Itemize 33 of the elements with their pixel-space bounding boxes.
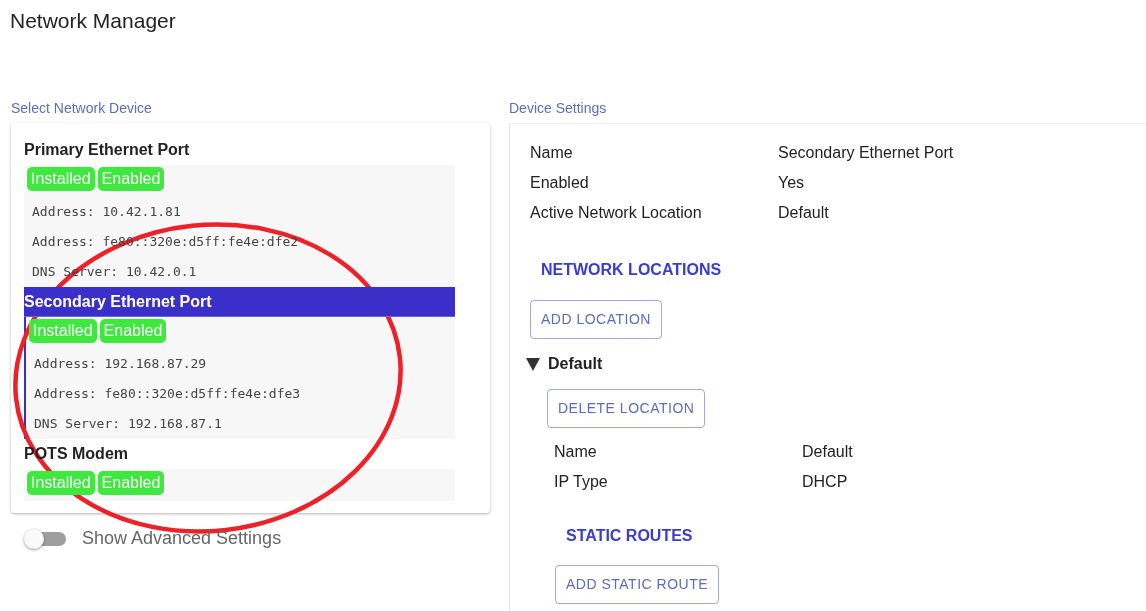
status-badge: Installed — [27, 167, 95, 191]
section-heading: STATIC ROUTES — [566, 526, 693, 546]
status-badge: Installed — [29, 319, 97, 343]
location-name[interactable]: Default — [548, 352, 603, 376]
detail-text: Address: fe80::320e:d5ff:fe4e:dfe3 — [34, 385, 301, 403]
property-value: Default — [778, 203, 829, 223]
property-label: IP Type — [554, 472, 609, 492]
toggle-label: Show Advanced Settings — [82, 527, 282, 550]
property-label: Name — [554, 442, 598, 462]
property-value: Yes — [778, 173, 805, 193]
detail-text: Address: 10.42.1.81 — [32, 203, 181, 221]
device-item[interactable]: Primary Ethernet Port — [24, 135, 455, 165]
caret-icon[interactable] — [526, 357, 540, 371]
device-item[interactable]: Secondary Ethernet Port — [24, 287, 455, 317]
status-badge: Enabled — [99, 319, 167, 343]
detail-text: DNS Server: 192.168.87.1 — [34, 415, 222, 433]
property-value: Secondary Ethernet Port — [778, 143, 954, 163]
section-label: Device Settings — [509, 99, 607, 117]
delete-location-button[interactable]: DELETE LOCATION — [547, 389, 706, 428]
status-badge: Installed — [27, 471, 95, 495]
property-value: Default — [802, 442, 853, 462]
property-label: Active Network Location — [530, 203, 703, 223]
status-badge: Enabled — [97, 167, 165, 191]
add-static-route-button[interactable]: ADD STATIC ROUTE — [555, 565, 720, 604]
property-label: Name — [530, 143, 574, 163]
section-heading: NETWORK LOCATIONS — [541, 260, 722, 280]
property-label: Enabled — [530, 173, 590, 193]
property-value: DHCP — [802, 472, 848, 492]
add-location-button[interactable]: ADD LOCATION — [530, 300, 662, 339]
page-title: Network Manager — [10, 8, 177, 34]
status-badge: Enabled — [97, 471, 165, 495]
section-label: Select Network Device — [11, 99, 152, 117]
detail-text: Address: 192.168.87.29 — [34, 355, 207, 373]
